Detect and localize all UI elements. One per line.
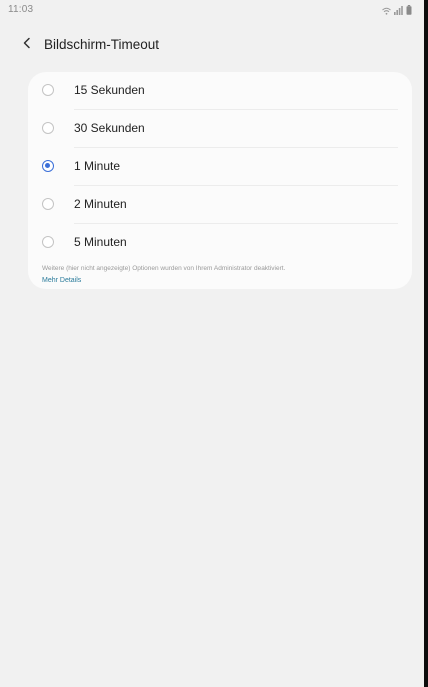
signal-icon	[394, 6, 403, 15]
option-1-minute[interactable]: 1 Minute	[28, 148, 412, 185]
admin-footnote: Weitere (hier nicht angezeigte) Optionen…	[42, 265, 286, 272]
radio-button[interactable]	[42, 236, 54, 248]
app-bar: Bildschirm-Timeout	[0, 28, 424, 62]
option-2-minutes[interactable]: 2 Minuten	[28, 186, 412, 223]
screen: 11:03 Bildschirm-Timeout 15 Sekunden 30 …	[0, 0, 424, 687]
page-title: Bildschirm-Timeout	[44, 37, 160, 52]
status-bar: 11:03	[0, 0, 424, 20]
option-label: 5 Minuten	[74, 235, 127, 249]
status-time: 11:03	[8, 4, 34, 15]
more-details-link[interactable]: Mehr Details	[42, 277, 81, 284]
radio-button[interactable]	[42, 122, 54, 134]
radio-button-selected[interactable]	[42, 160, 54, 172]
option-label: 15 Sekunden	[74, 83, 145, 97]
status-icons	[382, 5, 412, 15]
option-5-minutes[interactable]: 5 Minuten	[28, 224, 412, 261]
option-15-seconds[interactable]: 15 Sekunden	[28, 72, 412, 109]
wifi-icon	[382, 7, 391, 15]
option-30-seconds[interactable]: 30 Sekunden	[28, 110, 412, 147]
option-label: 30 Sekunden	[74, 121, 145, 135]
option-label: 2 Minuten	[74, 197, 127, 211]
radio-button[interactable]	[42, 198, 54, 210]
radio-button[interactable]	[42, 84, 54, 96]
timeout-options-card: 15 Sekunden 30 Sekunden 1 Minute 2 Minut…	[28, 72, 412, 289]
chevron-left-icon	[22, 36, 32, 54]
back-button[interactable]	[14, 32, 40, 58]
screen-edge	[424, 0, 428, 687]
battery-icon	[406, 5, 412, 15]
option-label: 1 Minute	[74, 159, 121, 173]
